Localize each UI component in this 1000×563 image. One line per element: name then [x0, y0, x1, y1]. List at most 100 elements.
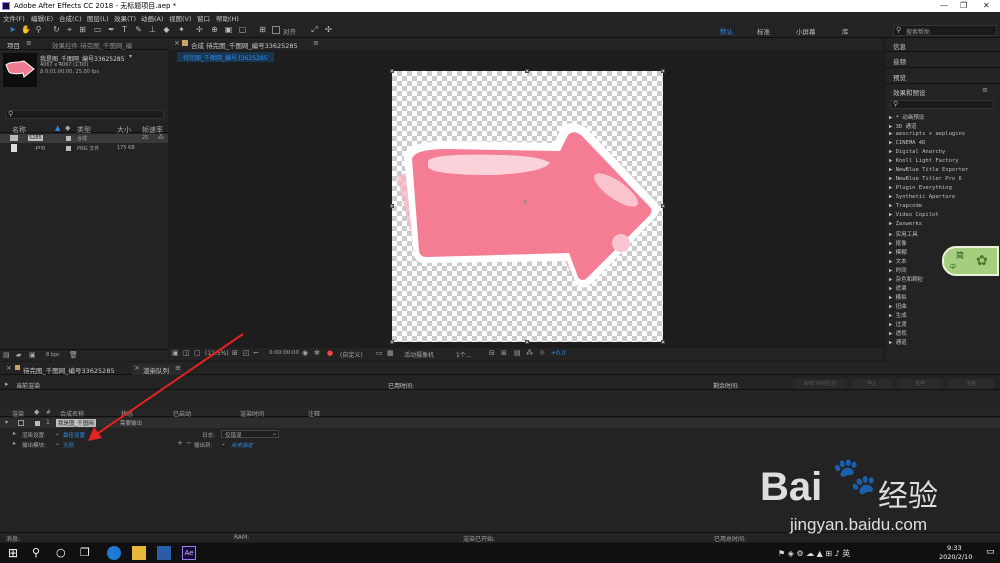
channel-icon[interactable]: ●: [327, 349, 333, 357]
guides-icon[interactable]: ⌐: [253, 349, 259, 357]
edge-browser-icon[interactable]: [107, 546, 121, 560]
timeline-icon[interactable]: ▤: [514, 349, 521, 357]
menu-icon[interactable]: ≡: [313, 39, 319, 47]
menu-file[interactable]: 文件(F): [3, 13, 25, 23]
camera-tool-icon[interactable]: ⌖: [65, 25, 74, 35]
roi-icon[interactable]: ▭: [376, 349, 383, 357]
effect-category[interactable]: ▶ 透视: [889, 329, 907, 337]
ame-queue-button[interactable]: AME 中的队列: [793, 379, 847, 389]
effect-category[interactable]: ▶ 模糊: [889, 248, 907, 256]
effect-category[interactable]: ▶ 通道: [889, 338, 907, 346]
fill-tool-icon[interactable]: ▣: [224, 25, 233, 35]
comp-canvas[interactable]: ⌖: [392, 71, 663, 342]
render-button[interactable]: 渲染: [948, 379, 994, 389]
transform-handle[interactable]: [661, 204, 665, 208]
expand-icon[interactable]: ▾: [5, 419, 8, 426]
rectangle-tool-icon[interactable]: ▭: [93, 25, 102, 35]
effect-category[interactable]: ▶ Plugin Everything: [889, 185, 952, 191]
effects-controls-tab[interactable]: 效果控件 待完图_千图网_编: [52, 40, 132, 50]
clock-time[interactable]: 9:33: [947, 544, 962, 552]
effect-category[interactable]: ▶ NewBlue Titler Pro 6: [889, 176, 962, 182]
type-tool-icon[interactable]: T: [120, 25, 129, 35]
effect-category[interactable]: ▶ Synthetic Aperture: [889, 194, 955, 200]
preview-panel-tab[interactable]: 预览: [893, 72, 906, 82]
menu-animation[interactable]: 动画(A): [141, 13, 164, 23]
snap-option-icon[interactable]: ⤢: [310, 25, 319, 35]
effect-category[interactable]: ▶ 抠像: [889, 239, 907, 247]
interpret-footage-icon[interactable]: ▤: [3, 351, 10, 359]
transform-handle[interactable]: [661, 340, 665, 344]
output-module-value[interactable]: 无损: [63, 441, 74, 449]
menu-layer[interactable]: 图层(L): [87, 13, 109, 23]
workspace-standard[interactable]: 标准: [757, 26, 770, 36]
effect-category[interactable]: ▶ Video Copilot: [889, 212, 939, 218]
camera-dropdown[interactable]: 活动摄像机: [404, 350, 434, 359]
menu-composition[interactable]: 合成(C): [59, 13, 82, 23]
expand-icon[interactable]: ▸: [5, 380, 9, 388]
effect-category[interactable]: ▶ 过渡: [889, 320, 907, 328]
effect-category[interactable]: ▶ CINEMA 4D: [889, 140, 925, 146]
search-icon[interactable]: ⚲: [32, 546, 46, 560]
comp-tab[interactable]: 合成 待完图_千图网_编号33625285: [191, 40, 298, 50]
menu-icon[interactable]: ≡: [982, 86, 988, 94]
anchor-point-icon[interactable]: ⌖: [523, 198, 528, 208]
workspace-default[interactable]: 默认: [720, 26, 733, 36]
chevron-down-icon[interactable]: ⌄: [55, 440, 60, 447]
close-tab-icon[interactable]: ×: [6, 364, 12, 372]
brush-tool-icon[interactable]: ✎: [134, 25, 143, 35]
effects-presets-tab[interactable]: 效果和预设: [893, 87, 926, 97]
clock-date[interactable]: 2020/2/10: [939, 553, 972, 561]
audio-panel-tab[interactable]: 音频: [893, 56, 906, 66]
roto-brush-icon[interactable]: ✢: [195, 25, 204, 35]
tray-icons[interactable]: ⚑ ◈ ⚙ ☁ ▲ ⊞ ♪ 英: [778, 548, 850, 559]
after-effects-taskbar-icon[interactable]: Ae: [182, 546, 196, 560]
windows-start-icon[interactable]: ⊞: [8, 546, 22, 560]
effect-category[interactable]: ▶ Knoll Light Factory: [889, 158, 959, 164]
transform-handle[interactable]: [661, 69, 665, 73]
effect-category[interactable]: ▶ NewBlue Title Exporter: [889, 167, 968, 173]
show-snapshot-icon[interactable]: ✻: [314, 349, 320, 357]
effect-category[interactable]: ▶ 3D 通道: [889, 122, 917, 130]
project-search-input[interactable]: ⚲: [5, 110, 164, 119]
file-explorer-icon[interactable]: [132, 546, 146, 560]
pen-tool-icon[interactable]: ✒: [107, 25, 116, 35]
transform-handle[interactable]: [390, 340, 394, 344]
menu-help[interactable]: 帮助(H): [216, 13, 239, 23]
ime-widget[interactable]: 简 中 ✿: [942, 246, 999, 276]
menu-effect[interactable]: 效果(T): [114, 13, 136, 23]
clone-stamp-tool-icon[interactable]: ⊥: [148, 25, 157, 35]
effect-category[interactable]: ▶ 实用工具: [889, 230, 918, 238]
snap-checkbox[interactable]: [272, 26, 280, 34]
transform-handle[interactable]: [390, 69, 394, 73]
anchor-point-tool-icon[interactable]: ⊕: [210, 25, 219, 35]
exposure-icon[interactable]: ☼: [539, 349, 545, 357]
comp-subtab[interactable]: 待完图_千图网_编号33625285: [177, 52, 274, 62]
maximize-icon[interactable]: ❐: [960, 1, 967, 10]
pan-behind-tool-icon[interactable]: ⊞: [78, 25, 87, 35]
item-dropdown-icon[interactable]: ▾: [129, 53, 132, 60]
effect-category[interactable]: ▶ * 动画预设: [889, 113, 924, 121]
effect-category[interactable]: ▶ 生成: [889, 311, 907, 319]
eraser-tool-icon[interactable]: ◆: [162, 25, 171, 35]
effect-category[interactable]: ▶ 模拟: [889, 293, 907, 301]
expand-icon[interactable]: ▸: [13, 430, 16, 437]
fast-preview-icon[interactable]: ⊞: [501, 349, 507, 357]
pause-button[interactable]: 暂停: [897, 379, 943, 389]
workspace-library[interactable]: 库: [842, 26, 849, 36]
new-comp-icon[interactable]: ▣: [29, 351, 36, 359]
puppet-tool-icon[interactable]: ✦: [177, 25, 186, 35]
expand-icon[interactable]: ▸: [13, 440, 16, 447]
transform-handle[interactable]: [525, 69, 529, 73]
close-tab-icon[interactable]: ×: [174, 39, 180, 47]
transform-handle[interactable]: [525, 340, 529, 344]
stop-button[interactable]: 停止: [852, 379, 892, 389]
project-tab[interactable]: 项目: [7, 40, 20, 50]
stroke-tool-icon[interactable]: ▢: [238, 25, 247, 35]
render-checkbox[interactable]: [18, 420, 24, 426]
menu-icon[interactable]: ≡: [26, 39, 32, 47]
effect-category[interactable]: ▶ 扭曲: [889, 302, 907, 310]
trash-icon[interactable]: 🗑: [69, 351, 78, 359]
toggle-pixel-icon[interactable]: ⊟: [489, 349, 495, 357]
search-help-field[interactable]: ⚲ 搜索帮助: [893, 25, 997, 36]
close-icon[interactable]: ✕: [983, 1, 990, 10]
